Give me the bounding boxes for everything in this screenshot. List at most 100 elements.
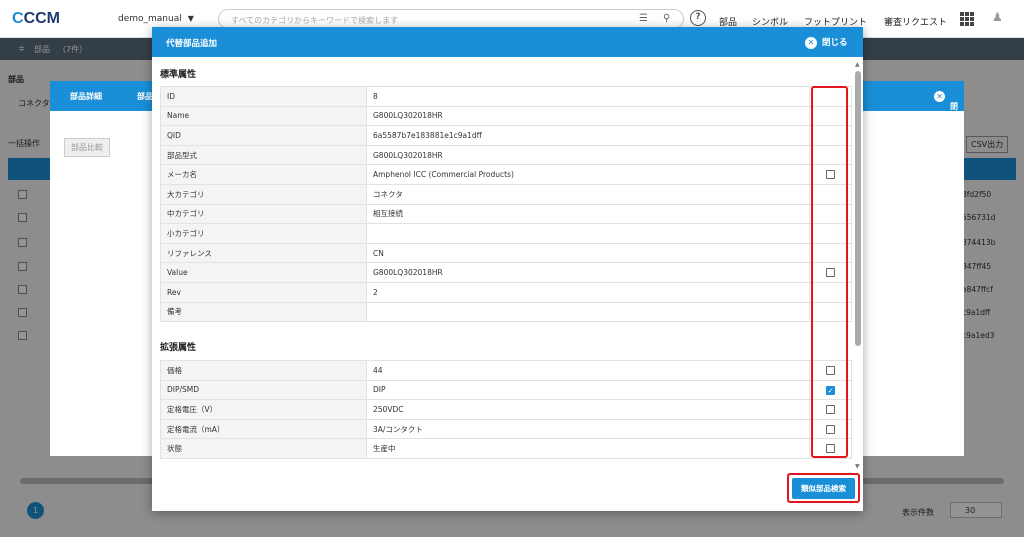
attr-value: [366, 301, 810, 323]
attr-row: 定格電流（mA） 3A/コンタクト: [160, 418, 852, 440]
attr-row: 価格 44: [160, 360, 852, 381]
attr-row: 備考: [160, 301, 852, 323]
attr-value: 3A/コンタクト: [366, 418, 810, 440]
attr-row: ID 8: [160, 86, 852, 107]
attr-row: 定格電圧（V） 250VDC: [160, 399, 852, 420]
attr-value: [366, 223, 810, 244]
attr-key: QID: [160, 125, 367, 146]
attr-row: DIP/SMD DIP ✓: [160, 379, 852, 401]
attr-key: Name: [160, 105, 367, 127]
attr-row: Rev 2: [160, 281, 852, 303]
attr-select-cell: [809, 262, 852, 283]
attr-key: ID: [160, 86, 367, 107]
search-placeholder: すべてのカテゴリからキーワードで検索します: [231, 16, 399, 25]
attr-key: リファレンス: [160, 242, 367, 264]
attr-checkbox[interactable]: [826, 444, 835, 454]
attr-key: 備考: [160, 301, 367, 323]
attr-value: G800LQ302018HR: [366, 105, 810, 127]
attr-value: コネクタ: [366, 183, 810, 205]
extended-attrs-table: 価格 44 DIP/SMD DIP ✓ 定格電圧（V） 250VDC 定格電流（mA） 3A/コ…: [160, 360, 852, 459]
attr-select-cell: [809, 125, 852, 146]
user-icon[interactable]: ♟: [992, 10, 1006, 26]
attr-value: Amphenol ICC (Commercial Products): [366, 164, 810, 185]
attr-checkbox[interactable]: [826, 170, 835, 180]
attr-checkbox[interactable]: [826, 366, 835, 376]
attr-checkbox[interactable]: [826, 424, 835, 434]
attr-value: G800LQ302018HR: [366, 262, 810, 283]
scroll-up-icon[interactable]: ▲: [855, 61, 860, 68]
attr-row: メーカ名 Amphenol ICC (Commercial Products): [160, 164, 852, 185]
close-icon: ✕: [934, 91, 945, 102]
attr-select-cell: [809, 301, 852, 323]
attr-row: 部品型式 G800LQ302018HR: [160, 144, 852, 166]
ccm-logo[interactable]: CCCM: [12, 10, 60, 28]
nav-review-requests[interactable]: 審査リクエスト: [884, 15, 947, 28]
modal-vertical-scrollbar[interactable]: ▲ ▼: [855, 61, 861, 471]
scroll-thumb[interactable]: [855, 71, 861, 346]
attr-checkbox[interactable]: ✓: [826, 385, 835, 395]
attr-row: 状態 生産中: [160, 438, 852, 459]
attr-select-cell: [809, 242, 852, 264]
attr-key: 状態: [160, 438, 367, 459]
attr-select-cell: [809, 399, 852, 420]
attr-select-cell: [809, 281, 852, 303]
attr-value: G800LQ302018HR: [366, 144, 810, 166]
attr-key: 中カテゴリ: [160, 203, 367, 225]
detail-close-button[interactable]: ✕ 閉じる: [934, 91, 958, 133]
similar-part-search-button[interactable]: 類似部品検索: [792, 478, 855, 499]
attr-value: 生産中: [366, 438, 810, 459]
attr-key: Rev: [160, 281, 367, 303]
attr-select-cell: [809, 144, 852, 166]
attr-value: 相互接続: [366, 203, 810, 225]
compare-button[interactable]: 部品比較: [64, 138, 110, 157]
detail-panel-tab[interactable]: 部品: [137, 91, 153, 102]
attr-row: 中カテゴリ 相互接続: [160, 203, 852, 225]
attr-key: 定格電流（mA）: [160, 418, 367, 440]
apps-grid-icon[interactable]: [960, 12, 974, 26]
modal-header: 代替部品追加 ✕ 閉じる: [152, 27, 863, 57]
attr-row: Name G800LQ302018HR: [160, 105, 852, 127]
scroll-down-icon[interactable]: ▼: [855, 463, 860, 470]
help-icon[interactable]: ?: [690, 10, 706, 26]
attr-select-cell: [809, 438, 852, 459]
attr-row: QID 6a5587b7e183881e1c9a1dff: [160, 125, 852, 146]
attr-row: 大カテゴリ コネクタ: [160, 183, 852, 205]
attr-row: リファレンス CN: [160, 242, 852, 264]
attr-value: 250VDC: [366, 399, 810, 420]
attr-select-cell: [809, 86, 852, 107]
chevron-down-icon: ▼: [187, 14, 194, 23]
attr-key: メーカ名: [160, 164, 367, 185]
close-icon: ✕: [805, 36, 817, 49]
detail-panel-title: 部品詳細: [70, 92, 102, 101]
attr-row: 小カテゴリ: [160, 223, 852, 244]
attr-value: DIP: [366, 379, 810, 401]
search-icon[interactable]: ⚲: [663, 13, 670, 24]
filter-icon[interactable]: ☰: [639, 13, 648, 24]
modal-title: 代替部品追加: [166, 39, 218, 49]
attr-key: 大カテゴリ: [160, 183, 367, 205]
extended-attrs-heading: 拡張属性: [160, 343, 197, 353]
attr-value: 8: [366, 86, 810, 107]
attr-key: 小カテゴリ: [160, 223, 367, 244]
standard-attrs-table: ID 8 Name G800LQ302018HR QID 6a5587b7e183881e…: [160, 86, 852, 323]
attr-select-cell: [809, 360, 852, 381]
attr-select-cell: [809, 223, 852, 244]
attr-checkbox[interactable]: [826, 405, 835, 415]
attr-select-cell: [809, 418, 852, 440]
attr-row: Value G800LQ302018HR: [160, 262, 852, 283]
workspace-selector[interactable]: demo_manual ▼: [118, 14, 194, 24]
attr-value: 2: [366, 281, 810, 303]
global-search-input[interactable]: すべてのカテゴリからキーワードで検索します ☰ ⚲: [218, 9, 684, 29]
modal-close-button[interactable]: ✕ 閉じる: [805, 36, 848, 49]
attr-key: Value: [160, 262, 367, 283]
attr-key: DIP/SMD: [160, 379, 367, 401]
attr-select-cell: [809, 183, 852, 205]
attr-select-cell: ✓: [809, 379, 852, 401]
attr-key: 定格電圧（V）: [160, 399, 367, 420]
attr-value: 44: [366, 360, 810, 381]
standard-attrs-heading: 標準属性: [160, 70, 197, 80]
attr-checkbox[interactable]: [826, 268, 835, 278]
attr-select-cell: [809, 164, 852, 185]
attr-value: 6a5587b7e183881e1c9a1dff: [366, 125, 810, 146]
col-compare: 比較: [64, 166, 80, 175]
